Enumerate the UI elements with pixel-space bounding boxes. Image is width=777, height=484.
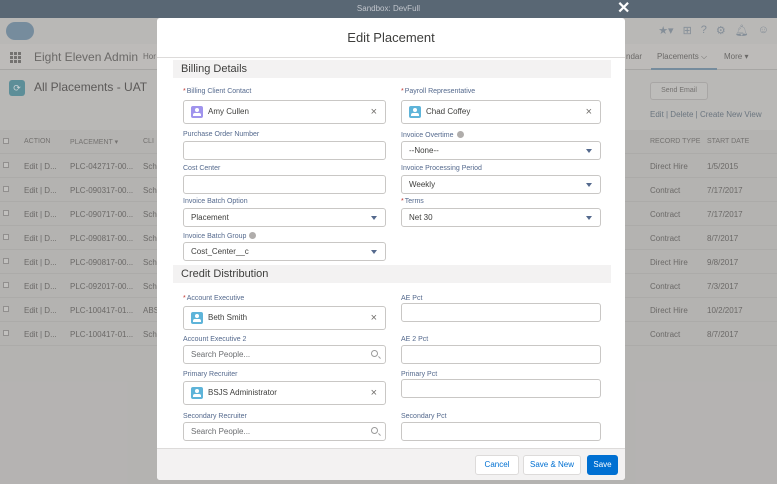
invoice-batch-group-label: Invoice Batch Group bbox=[183, 232, 257, 240]
close-icon[interactable]: ✕ bbox=[617, 0, 630, 18]
save-and-new-button[interactable]: Save & New bbox=[523, 455, 581, 475]
billing-client-contact-lookup[interactable]: Amy Cullen × bbox=[183, 100, 386, 124]
info-icon[interactable] bbox=[456, 131, 464, 138]
invoice-processing-period-label: Invoice Processing Period bbox=[401, 165, 482, 172]
invoice-batch-group-select[interactable]: Cost_Center__c bbox=[183, 242, 386, 261]
payroll-representative-lookup[interactable]: Chad Coffey × bbox=[401, 100, 601, 124]
account-executive-2-label: Account Executive 2 bbox=[183, 336, 247, 343]
invoice-processing-period-select[interactable]: Weekly bbox=[401, 175, 601, 194]
account-executive-2-search[interactable]: Search People... bbox=[183, 345, 386, 364]
invoice-batch-group-value: Cost_Center__c bbox=[191, 247, 249, 256]
edit-placement-modal: Edit Placement Billing Details *Billing … bbox=[157, 18, 625, 480]
cost-center-label: Cost Center bbox=[183, 165, 221, 172]
modal-title: Edit Placement bbox=[157, 18, 625, 58]
chevron-down-icon bbox=[586, 183, 592, 187]
remove-icon[interactable]: × bbox=[371, 311, 377, 325]
account-executive-value: Beth Smith bbox=[208, 313, 248, 322]
billing-client-contact-label: *Billing Client Contact bbox=[183, 88, 252, 95]
terms-label: *Terms bbox=[401, 198, 424, 205]
chevron-down-icon bbox=[371, 250, 377, 254]
ae-pct-label: AE Pct bbox=[401, 295, 423, 302]
user-icon bbox=[191, 312, 203, 324]
ae2-pct-input[interactable] bbox=[401, 345, 601, 364]
billing-client-contact-value: Amy Cullen bbox=[208, 107, 249, 116]
purchase-order-number-label: Purchase Order Number bbox=[183, 131, 260, 138]
payroll-representative-label: *Payroll Representative bbox=[401, 88, 476, 95]
secondary-recruiter-search[interactable]: Search People... bbox=[183, 422, 386, 441]
chevron-down-icon bbox=[586, 216, 592, 220]
remove-icon[interactable]: × bbox=[371, 105, 377, 119]
terms-value: Net 30 bbox=[409, 213, 433, 222]
invoice-overtime-value: --None-- bbox=[409, 146, 439, 155]
primary-recruiter-label: Primary Recruiter bbox=[183, 371, 238, 378]
purchase-order-number-input[interactable] bbox=[183, 141, 386, 160]
invoice-batch-option-value: Placement bbox=[191, 213, 229, 222]
secondary-recruiter-label: Secondary Recruiter bbox=[183, 413, 247, 420]
info-icon[interactable] bbox=[249, 232, 257, 239]
secondary-pct-label: Secondary Pct bbox=[401, 413, 447, 420]
remove-icon[interactable]: × bbox=[586, 105, 592, 119]
payroll-representative-value: Chad Coffey bbox=[426, 107, 471, 116]
cost-center-input[interactable] bbox=[183, 175, 386, 194]
user-icon bbox=[191, 387, 203, 399]
chevron-down-icon bbox=[371, 216, 377, 220]
ae-pct-input[interactable] bbox=[401, 303, 601, 322]
modal-body[interactable]: Billing Details *Billing Client Contact … bbox=[157, 58, 625, 448]
primary-recruiter-value: BSJS Administrator bbox=[208, 388, 277, 397]
account-executive-2-placeholder: Search People... bbox=[191, 350, 251, 359]
invoice-overtime-label: Invoice Overtime bbox=[401, 131, 464, 139]
chevron-down-icon bbox=[586, 149, 592, 153]
user-icon bbox=[409, 106, 421, 118]
invoice-batch-option-select[interactable]: Placement bbox=[183, 208, 386, 227]
secondary-pct-input[interactable] bbox=[401, 422, 601, 441]
search-icon bbox=[371, 350, 378, 357]
contact-icon bbox=[191, 106, 203, 118]
save-button[interactable]: Save bbox=[587, 455, 618, 475]
primary-recruiter-lookup[interactable]: BSJS Administrator × bbox=[183, 381, 386, 405]
secondary-recruiter-placeholder: Search People... bbox=[191, 427, 251, 436]
section-billing-details[interactable]: Billing Details bbox=[173, 60, 611, 78]
primary-pct-label: Primary Pct bbox=[401, 371, 438, 378]
terms-select[interactable]: Net 30 bbox=[401, 208, 601, 227]
search-icon bbox=[371, 427, 378, 434]
remove-icon[interactable]: × bbox=[371, 386, 377, 400]
primary-pct-input[interactable] bbox=[401, 379, 601, 398]
invoice-overtime-select[interactable]: --None-- bbox=[401, 141, 601, 160]
modal-footer: Cancel Save & New Save bbox=[157, 448, 625, 480]
invoice-processing-period-value: Weekly bbox=[409, 180, 436, 189]
account-executive-label: *Account Executive bbox=[183, 295, 245, 302]
section-credit-distribution[interactable]: Credit Distribution bbox=[173, 265, 611, 283]
ae2-pct-label: AE 2 Pct bbox=[401, 336, 429, 343]
invoice-batch-option-label: Invoice Batch Option bbox=[183, 198, 248, 205]
cancel-button[interactable]: Cancel bbox=[475, 455, 519, 475]
account-executive-lookup[interactable]: Beth Smith × bbox=[183, 306, 386, 330]
